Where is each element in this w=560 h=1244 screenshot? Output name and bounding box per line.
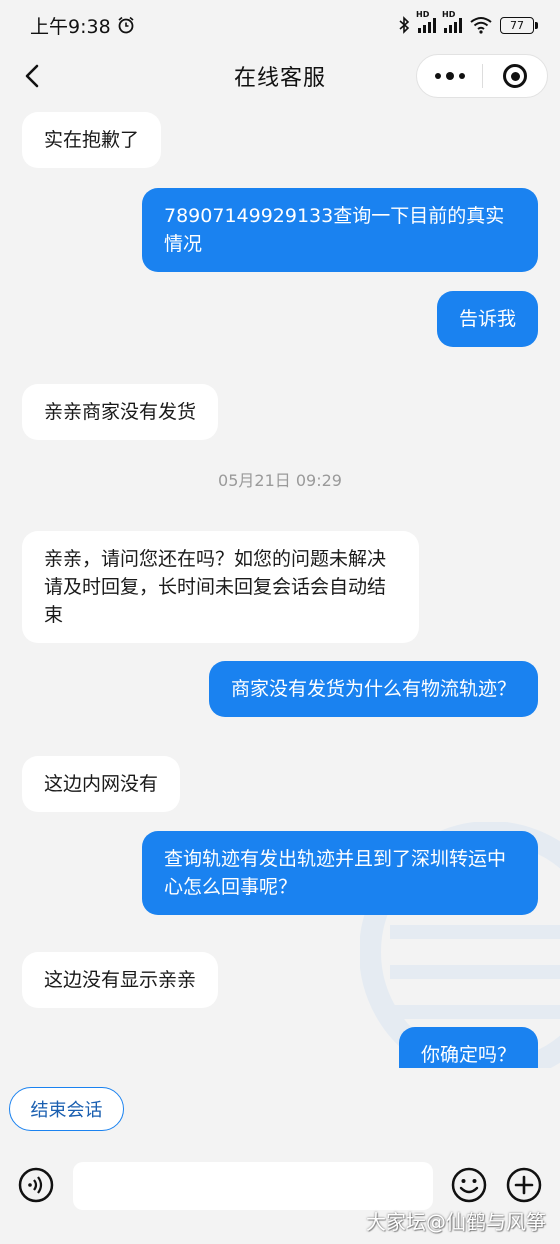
signal-icon-2: HD bbox=[442, 10, 462, 33]
more-dot-icon bbox=[458, 73, 465, 79]
message-outgoing: 告诉我 bbox=[436, 291, 538, 347]
voice-icon[interactable] bbox=[18, 1167, 54, 1203]
alarm-icon bbox=[118, 16, 134, 34]
battery-level: 77 bbox=[510, 18, 524, 32]
message-incoming: 亲亲，请问您还在吗？如您的问题未解决请及时回复，长时间未回复会话会自动结束 bbox=[22, 531, 419, 643]
chat-area[interactable]: 实在抱歉了 78907149929133查询一下目前的真实情况 告诉我 亲亲商家… bbox=[0, 102, 560, 1068]
status-left: 上午9:38 bbox=[30, 12, 135, 39]
status-time: 上午9:38 bbox=[30, 15, 111, 38]
back-icon[interactable] bbox=[18, 60, 48, 92]
message-input[interactable] bbox=[73, 1162, 433, 1210]
message-incoming: 这边内网没有 bbox=[22, 756, 181, 812]
message-incoming: 这边没有显示亲亲 bbox=[22, 952, 219, 1008]
emoji-icon[interactable] bbox=[451, 1167, 487, 1203]
battery-icon: 77 bbox=[500, 16, 538, 34]
message-incoming: 亲亲商家没有发货 bbox=[22, 384, 219, 440]
more-dot-icon bbox=[445, 72, 454, 80]
status-bar: 上午9:38 HD HD 77 bbox=[0, 0, 560, 50]
more-dot-icon bbox=[434, 73, 441, 79]
message-outgoing: 查询轨迹有发出轨迹并且到了深圳转运中心怎么回事呢？ bbox=[142, 831, 538, 915]
watermark: 大家坛@仙鹤与风筝 bbox=[366, 1210, 546, 1234]
message-outgoing: 78907149929133查询一下目前的真实情况 bbox=[142, 188, 538, 272]
message-outgoing: 商家没有发货为什么有物流轨迹？ bbox=[208, 661, 538, 717]
wifi-icon bbox=[470, 17, 492, 34]
close-button[interactable] bbox=[483, 55, 547, 97]
status-right: HD HD 77 bbox=[398, 10, 538, 34]
close-target-icon bbox=[503, 64, 527, 88]
nav-bar: 在线客服 bbox=[0, 50, 560, 102]
page-title: 在线客服 bbox=[233, 66, 326, 91]
mini-program-capsule bbox=[416, 54, 548, 98]
plus-icon[interactable] bbox=[506, 1167, 542, 1203]
bluetooth-icon bbox=[399, 16, 410, 34]
timestamp-divider: 05月21日 09:29 bbox=[218, 471, 342, 490]
end-session-button[interactable]: 结束会话 bbox=[9, 1087, 124, 1131]
more-button[interactable] bbox=[417, 55, 482, 97]
message-outgoing: 你确定吗？ bbox=[398, 1027, 538, 1068]
signal-icon: HD bbox=[416, 10, 436, 33]
message-incoming: 实在抱歉了 bbox=[22, 112, 162, 168]
